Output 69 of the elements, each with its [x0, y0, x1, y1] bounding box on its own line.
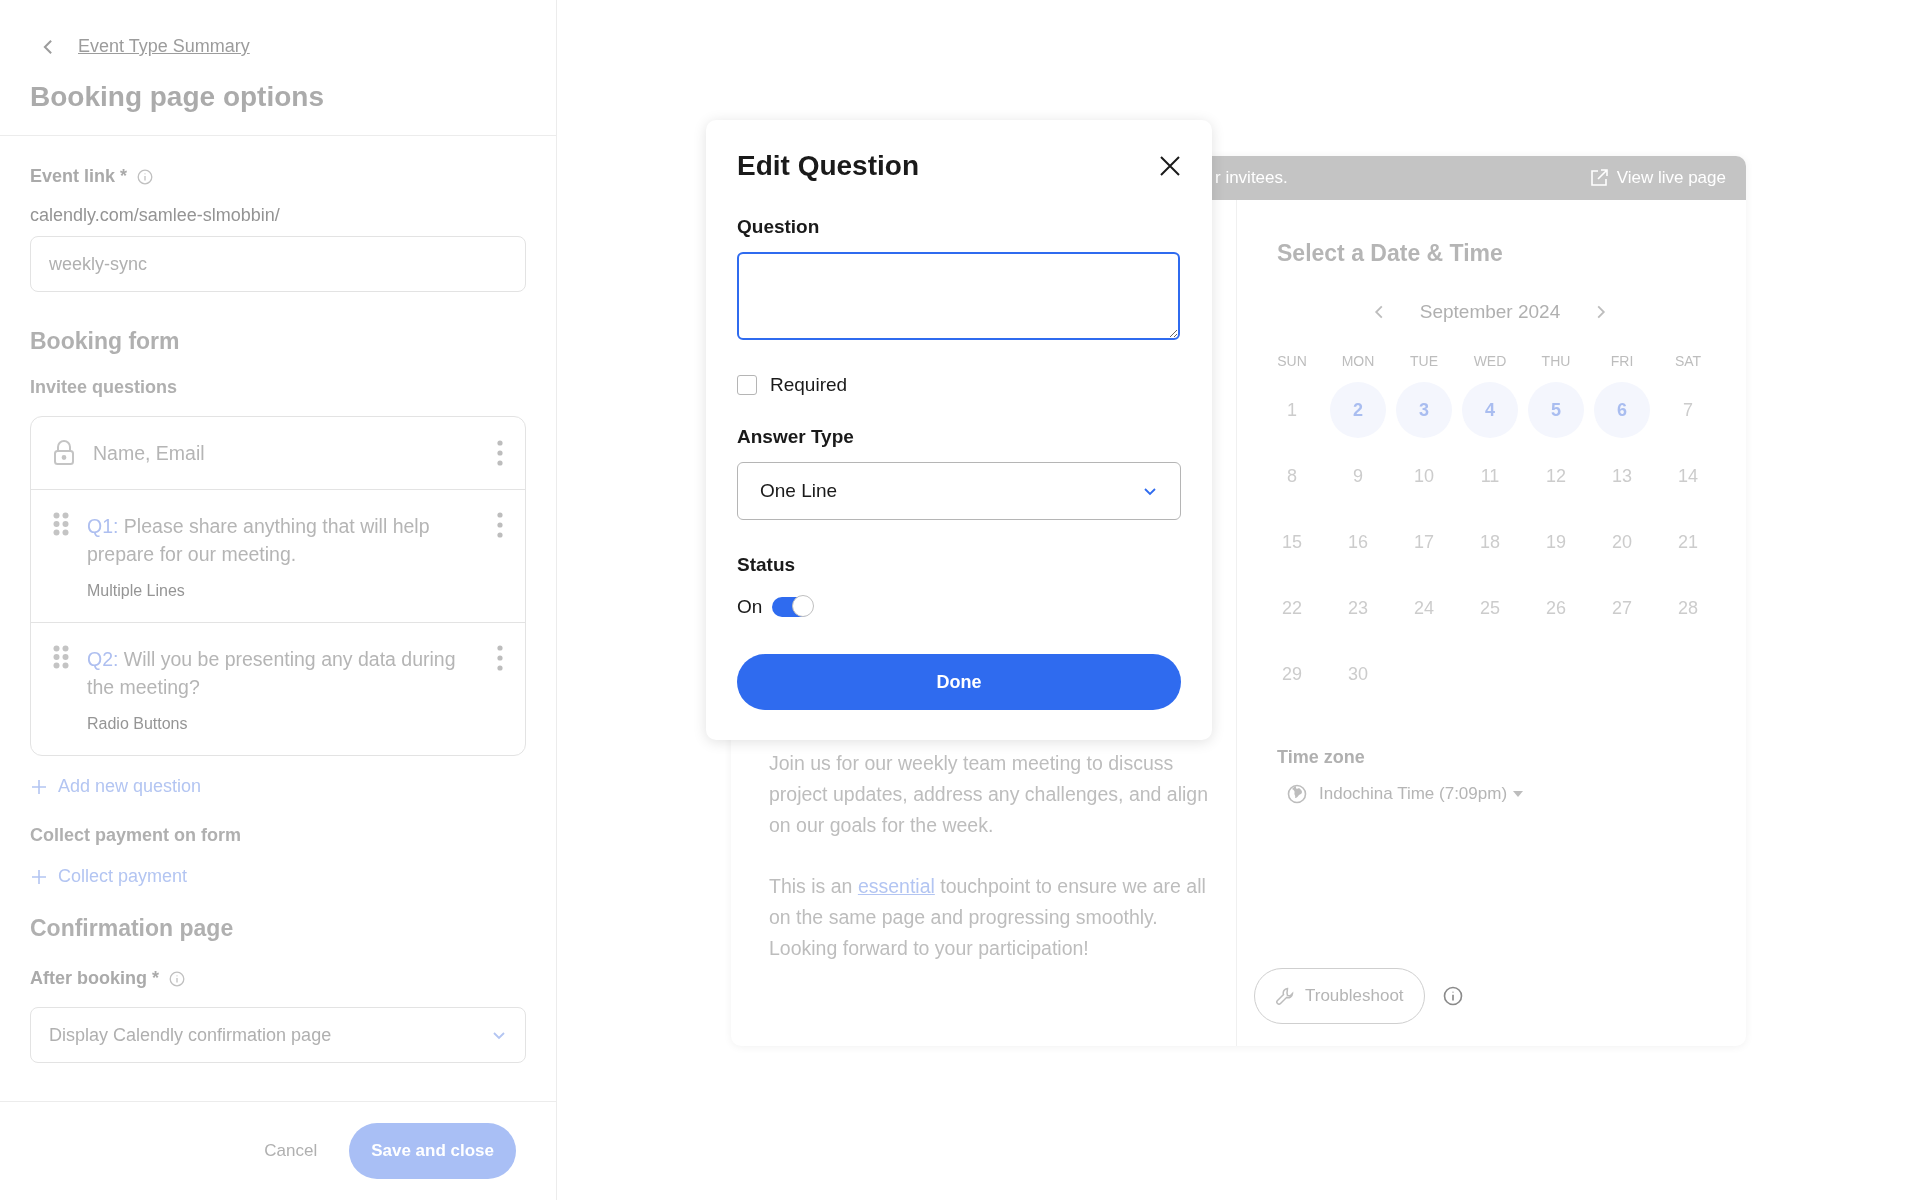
info-icon [137, 168, 154, 185]
calendar-title: Select a Date & Time [1277, 240, 1504, 267]
field-label: Event link * [30, 166, 128, 187]
plus-icon [30, 777, 48, 796]
drag-handle-icon[interactable] [53, 645, 69, 669]
month-label: September 2024 [1419, 301, 1561, 323]
field-label: Question [737, 216, 821, 238]
field-label: After booking * [30, 968, 159, 989]
weekday-label: MON [1340, 353, 1376, 371]
description-paragraph: Join us for our weekly team meeting to discuss project updates, address any challenges, and align on our goals for the week. [769, 751, 1210, 838]
checkbox-label: Required [770, 374, 848, 396]
calendar-day[interactable]: 4 [1462, 382, 1518, 438]
answer-type-text: Radio Buttons [87, 715, 189, 733]
wrench-icon [1275, 986, 1295, 1006]
select-field[interactable]: Display Calendly confirmation page [30, 1007, 526, 1063]
weekday-label: THU [1540, 353, 1572, 371]
close-button[interactable] [1159, 155, 1181, 177]
calendar-day[interactable]: 5 [1528, 382, 1584, 438]
url-prefix: calendly.com/samlee-slmobbin/ [30, 205, 281, 226]
field-label: Status [737, 554, 797, 576]
section-title: Booking form [30, 328, 181, 355]
panel-title: Booking page options [30, 81, 325, 113]
more-options-icon[interactable] [497, 645, 503, 671]
calendar-day[interactable]: 2 [1330, 382, 1386, 438]
calendar-day[interactable]: 6 [1594, 382, 1650, 438]
info-icon[interactable] [1442, 986, 1463, 1006]
cancel-button[interactable]: Cancel [264, 1141, 318, 1161]
info-icon [169, 970, 185, 987]
weekday-label: SUN [1276, 353, 1308, 371]
question-text: Name, Email [93, 441, 206, 466]
collect-payment-link[interactable]: Collect payment [58, 866, 188, 887]
field-label: Answer Type [737, 426, 855, 448]
external-link-icon [1588, 168, 1609, 188]
required-checkbox[interactable] [737, 375, 757, 395]
view-live-link[interactable]: View live page [1588, 168, 1726, 188]
save-button[interactable]: Save and close [349, 1123, 516, 1179]
calendar-day[interactable]: 3 [1396, 382, 1452, 438]
section-subtitle: Collect payment on form [30, 825, 243, 846]
weekday-label: FRI [1609, 353, 1635, 371]
timezone-label: Time zone [1277, 747, 1366, 768]
add-question-link[interactable]: Add new question [58, 776, 202, 797]
answer-type-text: Multiple Lines [87, 582, 186, 600]
input-field[interactable]: weekly-sync [30, 236, 526, 292]
question-input[interactable] [737, 252, 1180, 340]
weekday-label: WED [1472, 353, 1508, 371]
close-icon [1159, 155, 1181, 177]
plus-icon [30, 867, 48, 886]
more-options-icon[interactable] [497, 440, 503, 466]
question-text[interactable]: Q1: Please share anything that will help prepare for our meeting. [87, 512, 479, 568]
weekday-label: SAT [1673, 353, 1703, 371]
drag-handle-icon[interactable] [53, 512, 69, 536]
caret-icon [1513, 791, 1524, 797]
section-subtitle: Invitee questions [30, 377, 179, 398]
lock-icon [53, 440, 75, 466]
description-paragraph: This is an essential touchpoint to ensure we are all on the same page and progressing smoothly. Looking forward to your participation! [769, 874, 1207, 961]
timezone-dropdown[interactable]: Indochina Time (7:09pm) [1319, 784, 1524, 804]
troubleshoot-button[interactable]: Troubleshoot [1254, 968, 1425, 1024]
section-title: Confirmation page [30, 915, 235, 942]
back-link[interactable]: Event Type Summary [78, 36, 250, 57]
globe-icon [1287, 784, 1307, 804]
dialog-title: Edit Question [737, 150, 919, 182]
more-options-icon[interactable] [497, 512, 503, 538]
answer-type-select[interactable]: One Line [737, 462, 1181, 520]
weekday-label: TUE [1409, 353, 1439, 371]
text-link[interactable]: essential [857, 875, 935, 897]
toggle-label: On [737, 596, 763, 618]
question-text[interactable]: Q2: Will you be presenting any data during the meeting? [87, 645, 479, 701]
status-toggle[interactable] [772, 597, 813, 617]
done-button[interactable]: Done [737, 654, 1181, 710]
